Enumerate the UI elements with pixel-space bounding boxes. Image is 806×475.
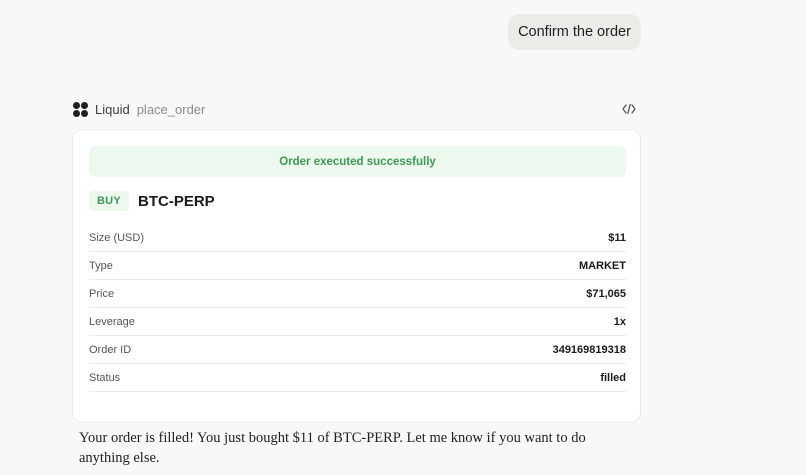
detail-label: Price	[89, 287, 115, 300]
detail-value: $71,065	[586, 287, 626, 300]
detail-row-price: Price $71,065	[89, 280, 626, 308]
four-dot-logo-icon	[73, 101, 88, 117]
detail-value: 349169819318	[552, 343, 626, 356]
detail-label: Leverage	[89, 315, 135, 328]
tool-function-name: place_order	[136, 101, 206, 117]
status-banner-text: Order executed successfully	[279, 155, 436, 168]
detail-label: Size (USD)	[89, 231, 145, 244]
tool-call-header: Liquid place_order	[73, 98, 641, 120]
user-message-bubble: Confirm the order	[508, 14, 641, 50]
detail-value: filled	[600, 371, 626, 384]
detail-value: 1x	[613, 315, 626, 328]
detail-value: $11	[608, 231, 626, 244]
detail-label: Status	[89, 371, 121, 384]
detail-row-type: Type MARKET	[89, 252, 626, 280]
user-message-text: Confirm the order	[518, 24, 631, 40]
order-details-list: Size (USD) $11 Type MARKET Price $71,065…	[89, 224, 626, 392]
order-card: Order executed successfully BUY BTC-PERP…	[72, 129, 641, 423]
side-badge: BUY	[89, 191, 129, 211]
assistant-message: Your order is filled! You just bought $1…	[79, 430, 586, 466]
detail-row-size: Size (USD) $11	[89, 224, 626, 252]
status-banner: Order executed successfully	[89, 146, 626, 177]
detail-label: Order ID	[89, 343, 132, 356]
detail-value: MARKET	[578, 259, 626, 272]
tool-name: Liquid	[95, 101, 130, 117]
detail-row-order-id: Order ID 349169819318	[89, 336, 626, 364]
symbol-title: BTC-PERP	[138, 192, 215, 210]
code-brackets-icon[interactable]	[622, 102, 636, 116]
detail-row-leverage: Leverage 1x	[89, 308, 626, 336]
detail-row-status: Status filled	[89, 364, 626, 392]
detail-label: Type	[89, 259, 113, 272]
